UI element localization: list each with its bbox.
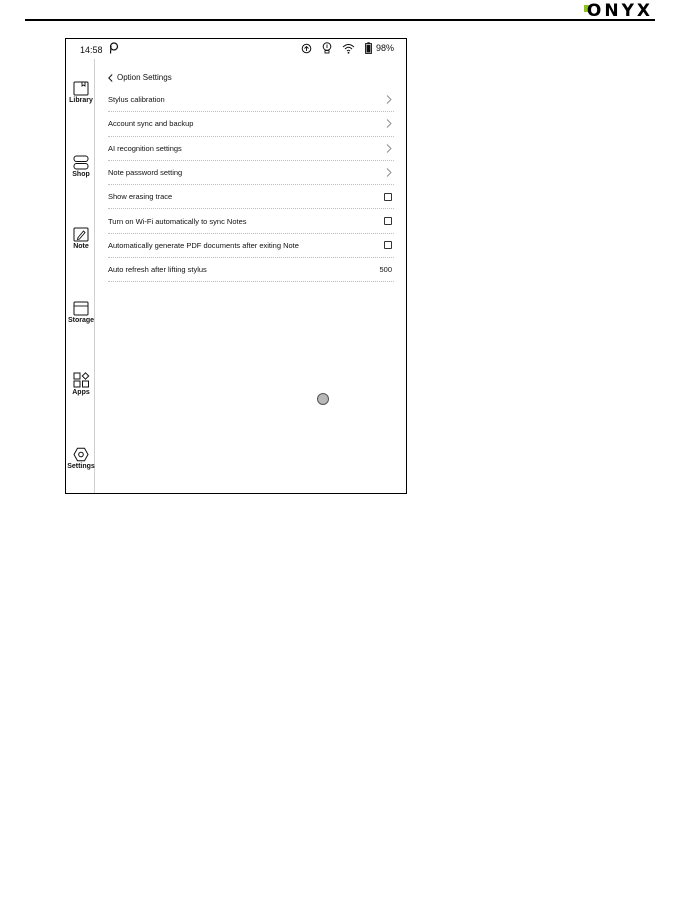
storage-icon: [73, 301, 89, 316]
sidebar-item-library[interactable]: Library: [66, 81, 96, 104]
pen-app-icon[interactable]: [109, 42, 119, 54]
setting-label: AI recognition settings: [108, 143, 182, 153]
auto-refresh-value: 500: [379, 265, 392, 275]
sidebar: Library Shop Note Storage Apps Settings: [66, 59, 95, 493]
library-icon: [73, 81, 89, 96]
sync-icon[interactable]: [301, 43, 312, 54]
chevron-right-icon: [386, 95, 392, 104]
shop-icon: [73, 155, 89, 170]
setting-label: Note password setting: [108, 168, 183, 178]
brand-wordmark: ONYX: [586, 1, 653, 21]
setting-label: Turn on Wi-Fi automatically to sync Note…: [108, 216, 247, 226]
battery-percent: 98%: [375, 43, 394, 53]
sidebar-item-label: Library: [69, 97, 93, 104]
chevron-right-icon: [386, 168, 392, 177]
setting-ai-recognition[interactable]: AI recognition settings: [108, 137, 394, 161]
setting-note-password[interactable]: Note password setting: [108, 161, 394, 186]
setting-label: Account sync and backup: [108, 119, 194, 129]
setting-auto-pdf[interactable]: Automatically generate PDF documents aft…: [108, 234, 394, 259]
settings-icon: [73, 447, 89, 462]
sidebar-item-storage[interactable]: Storage: [66, 301, 96, 324]
sidebar-item-note[interactable]: Note: [66, 227, 96, 250]
header-rule: [25, 19, 655, 21]
chevron-right-icon: [386, 143, 392, 153]
floating-toolbar-button[interactable]: [317, 393, 329, 405]
sidebar-item-label: Apps: [72, 389, 90, 396]
setting-stylus-calibration[interactable]: Stylus calibration: [108, 88, 394, 113]
setting-auto-refresh[interactable]: Auto refresh after lifting stylus 500: [108, 258, 394, 283]
setting-show-erasing-trace[interactable]: Show erasing trace: [108, 185, 394, 210]
status-icons: 98%: [301, 42, 394, 54]
back-button[interactable]: Option Settings: [108, 73, 172, 82]
onyx-logo: ONYX: [583, 1, 653, 21]
setting-account-sync[interactable]: Account sync and backup: [108, 112, 394, 137]
wifi-sync-checkbox[interactable]: [384, 217, 392, 226]
chevron-right-icon: [386, 119, 392, 129]
note-icon: [73, 227, 89, 242]
auto-pdf-checkbox[interactable]: [384, 241, 392, 250]
chevron-left-icon: [108, 73, 113, 82]
sidebar-item-apps[interactable]: Apps: [66, 372, 96, 396]
sidebar-item-label: Note: [73, 243, 89, 250]
setting-wifi-sync[interactable]: Turn on Wi-Fi automatically to sync Note…: [108, 209, 394, 234]
setting-label: Auto refresh after lifting stylus: [108, 265, 207, 275]
device-screen: 14:58 98% Library Shop Note Storage Apps…: [65, 38, 407, 494]
erasing-trace-checkbox[interactable]: [384, 192, 392, 201]
settings-list: Stylus calibration Account sync and back…: [108, 88, 394, 283]
wifi-icon[interactable]: [342, 43, 355, 54]
sidebar-item-settings[interactable]: Settings: [66, 447, 96, 470]
sidebar-item-label: Shop: [72, 171, 90, 178]
setting-label: Show erasing trace: [108, 192, 173, 202]
status-time: 14:58: [80, 45, 103, 55]
sidebar-item-label: Settings: [67, 463, 95, 470]
page-title: Option Settings: [117, 73, 172, 82]
sidebar-item-shop[interactable]: Shop: [66, 155, 96, 178]
setting-label: Stylus calibration: [108, 95, 165, 105]
sidebar-item-label: Storage: [67, 317, 95, 324]
bulb-icon[interactable]: [322, 42, 332, 54]
apps-icon: [73, 372, 89, 388]
status-bar: 14:58 98%: [66, 39, 406, 59]
battery-icon: [365, 42, 372, 54]
setting-label: Automatically generate PDF documents aft…: [108, 240, 299, 250]
